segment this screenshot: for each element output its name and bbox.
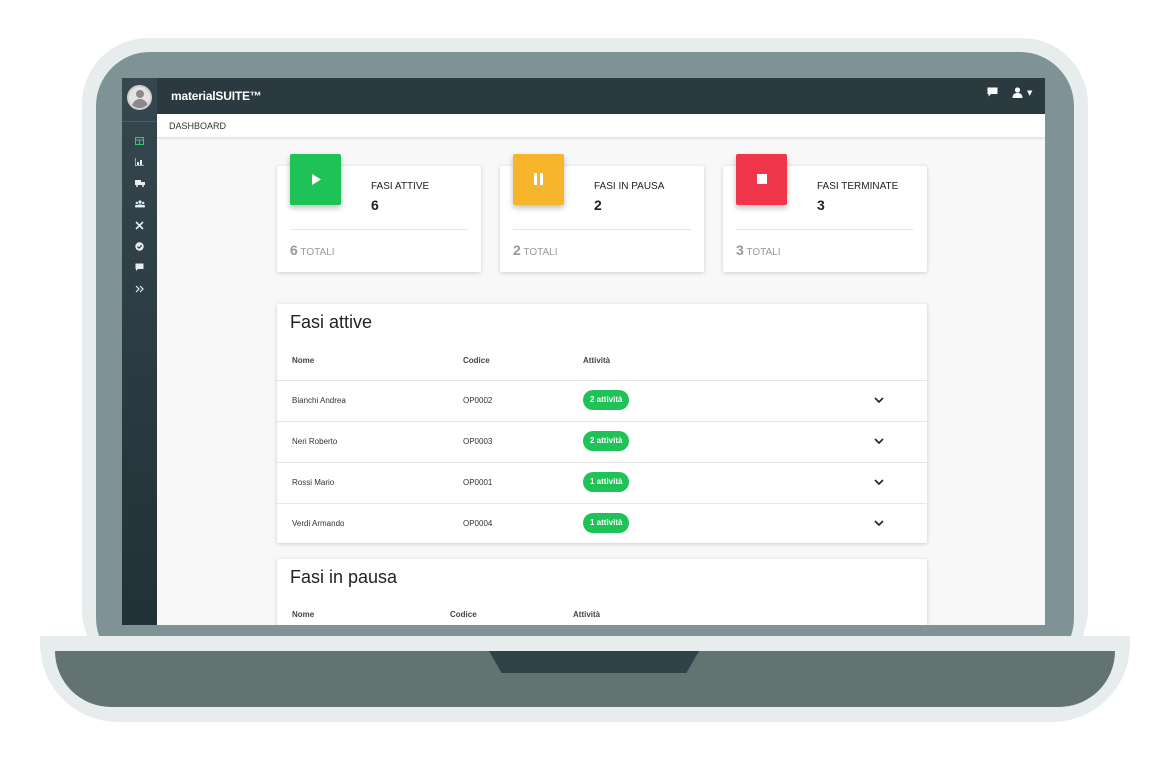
- stat-total: 6 TOTALI: [290, 242, 335, 258]
- sidebar-divider: [122, 121, 157, 122]
- breadcrumb[interactable]: DASHBOARD: [169, 121, 226, 131]
- paused-phases-panel: Fasi in pausa Nome Codice Attività: [277, 559, 927, 625]
- check-icon[interactable]: [122, 242, 157, 255]
- stat-title: FASI TERMINATE: [817, 181, 899, 192]
- screen: materialSUITE™ ▼ DASHBOARD FASI ATTIVE 6…: [122, 78, 1045, 625]
- messages-icon[interactable]: [987, 87, 998, 100]
- chevron-down-icon[interactable]: [872, 393, 886, 407]
- row-code: OP0002: [463, 396, 493, 405]
- column-header-name[interactable]: Nome: [292, 610, 314, 619]
- stat-total: 3 TOTALI: [736, 242, 781, 258]
- stop-icon: [736, 154, 787, 205]
- avatar[interactable]: [127, 85, 152, 110]
- table-row[interactable]: Neri Roberto OP0003 2 attività: [277, 421, 927, 462]
- user-menu-icon[interactable]: [1012, 87, 1023, 101]
- pause-icon: [513, 154, 564, 205]
- stat-title: FASI IN PAUSA: [594, 181, 665, 192]
- brand-logo[interactable]: materialSUITE™: [171, 89, 262, 103]
- row-name: Verdi Armando: [292, 519, 345, 528]
- stat-card-active[interactable]: FASI ATTIVE 6 6 TOTALI: [277, 154, 481, 272]
- chevron-down-icon[interactable]: [872, 516, 886, 530]
- row-name: Neri Roberto: [292, 437, 338, 446]
- table-row[interactable]: Bianchi Andrea OP0002 2 attività: [277, 380, 927, 421]
- sidebar: [122, 78, 157, 625]
- row-code: OP0004: [463, 519, 493, 528]
- double-chevron-icon[interactable]: [122, 285, 157, 297]
- panel-title: Fasi in pausa: [290, 567, 398, 587]
- activity-badge: 1 attività: [583, 472, 630, 492]
- activity-badge: 2 attività: [583, 390, 630, 410]
- users-icon[interactable]: [122, 200, 157, 212]
- breadcrumb-bar: DASHBOARD: [157, 114, 1045, 138]
- stat-card-paused[interactable]: FASI IN PAUSA 2 2 TOTALI: [500, 154, 704, 272]
- table-row[interactable]: Verdi Armando OP0004 1 attività: [277, 503, 927, 544]
- column-header-activity[interactable]: Attività: [573, 610, 600, 619]
- stat-title: FASI ATTIVE: [371, 181, 430, 192]
- column-header-activity[interactable]: Attività: [583, 356, 610, 365]
- row-name: Bianchi Andrea: [292, 396, 346, 405]
- row-code: OP0003: [463, 437, 493, 446]
- chevron-down-icon[interactable]: [872, 434, 886, 448]
- stat-card-finished[interactable]: FASI TERMINATE 3 3 TOTALI: [723, 154, 927, 272]
- row-name: Rossi Mario: [292, 478, 335, 487]
- stat-value: 6: [371, 197, 379, 213]
- play-icon: [290, 154, 341, 205]
- stat-value: 3: [817, 197, 825, 213]
- column-header-code[interactable]: Codice: [450, 610, 477, 619]
- laptop-notch: [489, 651, 699, 673]
- stat-total: 2 TOTALI: [513, 242, 558, 258]
- row-code: OP0001: [463, 478, 493, 487]
- panel-title: Fasi attive: [290, 312, 373, 332]
- table-row[interactable]: Rossi Mario OP0001 1 attività: [277, 462, 927, 503]
- active-phases-panel: Fasi attive Nome Codice Attività Bianchi…: [277, 304, 927, 543]
- top-bar: materialSUITE™ ▼: [157, 78, 1045, 114]
- truck-icon[interactable]: [122, 179, 157, 191]
- dashboard-icon[interactable]: [122, 137, 157, 149]
- column-header-code[interactable]: Codice: [463, 356, 490, 365]
- chat-icon[interactable]: [122, 263, 157, 276]
- stat-divider: [513, 229, 691, 230]
- activity-badge: 2 attività: [583, 431, 630, 451]
- stat-divider: [736, 229, 914, 230]
- tools-icon[interactable]: [122, 221, 157, 234]
- column-header-name[interactable]: Nome: [292, 356, 314, 365]
- user-menu-caret-icon[interactable]: ▼: [1027, 89, 1032, 97]
- chevron-down-icon[interactable]: [872, 475, 886, 489]
- chart-icon[interactable]: [122, 158, 157, 170]
- stat-value: 2: [594, 197, 602, 213]
- activity-badge: 1 attività: [583, 513, 630, 533]
- stat-divider: [290, 229, 468, 230]
